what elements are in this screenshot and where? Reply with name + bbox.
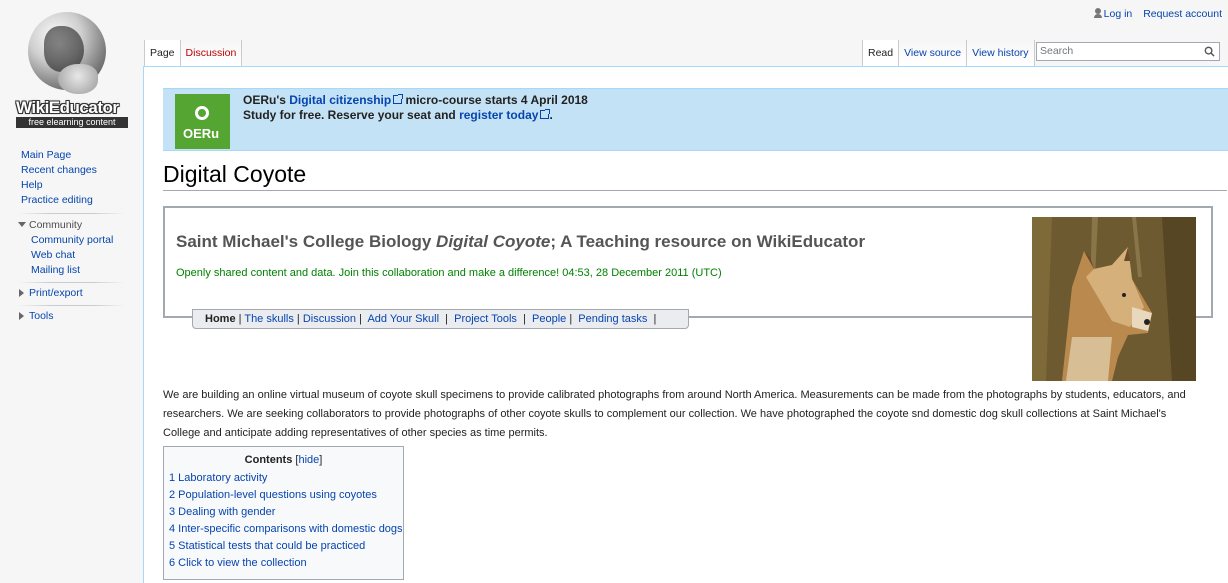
toc-hide-link[interactable]: hide (298, 454, 319, 466)
coyote-image (1032, 217, 1196, 381)
toc-header: Contents [hide] (244, 454, 323, 466)
tab-read[interactable]: Read (862, 40, 900, 66)
login-link[interactable]: Log in (1104, 8, 1133, 20)
project-nav-bar: Home | The skulls | Discussion | Add You… (192, 309, 689, 329)
external-link-icon (540, 109, 551, 119)
toc-item-dealing-with-gender[interactable]: 3 Dealing with gender (164, 504, 403, 521)
toc-item-laboratory-activity[interactable]: 1 Laboratory activity (164, 470, 403, 487)
tab-discussion[interactable]: Discussion (180, 40, 243, 66)
digital-citizenship-link[interactable]: Digital citizenship (289, 93, 391, 107)
sidebar-item-web-chat[interactable]: Web chat (0, 248, 140, 263)
nav-discussion[interactable]: Discussion (303, 313, 356, 325)
nav-the-skulls[interactable]: The skulls (244, 313, 294, 325)
portal-label[interactable]: Print/export (29, 287, 83, 299)
search-input[interactable]: Search (1036, 42, 1220, 61)
external-link-icon (393, 94, 404, 104)
logo-title: WikiEducator (16, 98, 119, 117)
sidebar-item-recent-changes[interactable]: Recent changes (0, 163, 140, 178)
namespace-tabs: Page Discussion (144, 40, 243, 66)
tab-view-source[interactable]: View source (899, 40, 968, 66)
wikieducator-logo[interactable]: WikiEducator free elearning content (14, 4, 132, 128)
infobox-title: Saint Michael's College Biology Digital … (176, 232, 866, 251)
tab-page[interactable]: Page (144, 40, 181, 66)
toc-item-population-questions[interactable]: 2 Population-level questions using coyot… (164, 487, 403, 504)
chevron-down-icon (18, 222, 26, 227)
personal-tools: Log in Request account (1093, 8, 1222, 20)
site-notice-banner: OERu OERu's Digital citizenship micro-co… (163, 88, 1228, 151)
search-icon[interactable] (1204, 46, 1215, 57)
nav-pending-tasks[interactable]: Pending tasks (578, 313, 647, 325)
nav-people[interactable]: People (532, 313, 566, 325)
sidebar-item-mailing-list[interactable]: Mailing list (0, 263, 140, 278)
intro-paragraph: We are building an online virtual museum… (163, 389, 1186, 439)
oeru-logo-text: OERu (183, 126, 220, 141)
sidebar-item-main-page[interactable]: Main Page (0, 148, 140, 163)
user-icon (1093, 8, 1102, 18)
portal-label[interactable]: Tools (29, 310, 54, 322)
view-tabs: Read View source View history (862, 40, 1035, 66)
infobox-subtitle: Openly shared content and data. Join thi… (176, 267, 722, 279)
sidebar: Main Page Recent changes Help Practice e… (0, 148, 140, 324)
toc-item-inter-specific-comparisons[interactable]: 4 Inter-specific comparisons with domest… (164, 521, 403, 538)
banner-text: OERu's Digital citizenship micro-course … (243, 93, 588, 122)
sidebar-item-help[interactable]: Help (0, 178, 140, 193)
sidebar-portal-community[interactable]: Community (0, 218, 140, 233)
toc-item-view-collection[interactable]: 6 Click to view the collection (164, 555, 403, 572)
sidebar-portal-print-export[interactable]: Print/export (0, 286, 140, 301)
content-area: OERu OERu's Digital citizenship micro-co… (143, 66, 1228, 583)
logo-subtitle: free elearning content (16, 117, 128, 128)
request-account-link[interactable]: Request account (1143, 8, 1222, 20)
portal-label: Community (29, 219, 83, 231)
title-divider (163, 190, 1227, 191)
nav-home[interactable]: Home (205, 313, 236, 325)
chevron-right-icon (19, 289, 24, 297)
nav-project-tools[interactable]: Project Tools (454, 313, 517, 325)
sidebar-item-practice-editing[interactable]: Practice editing (0, 193, 140, 208)
oeru-logo[interactable]: OERu (175, 94, 230, 149)
chevron-right-icon (19, 312, 24, 320)
coyote-photo[interactable] (1032, 217, 1196, 381)
tab-view-history[interactable]: View history (967, 40, 1035, 66)
sidebar-item-community-portal[interactable]: Community portal (0, 233, 140, 248)
toc-item-statistical-tests[interactable]: 5 Statistical tests that could be practi… (164, 538, 403, 555)
page-title: Digital Coyote (163, 161, 307, 187)
nav-add-your-skull[interactable]: Add Your Skull (367, 313, 439, 325)
table-of-contents: Contents [hide] 1 Laboratory activity 2 … (163, 446, 404, 580)
toc-title: Contents (244, 454, 293, 466)
register-today-link[interactable]: register today (459, 108, 538, 122)
sidebar-portal-tools[interactable]: Tools (0, 309, 140, 324)
search-placeholder: Search (1040, 45, 1074, 57)
